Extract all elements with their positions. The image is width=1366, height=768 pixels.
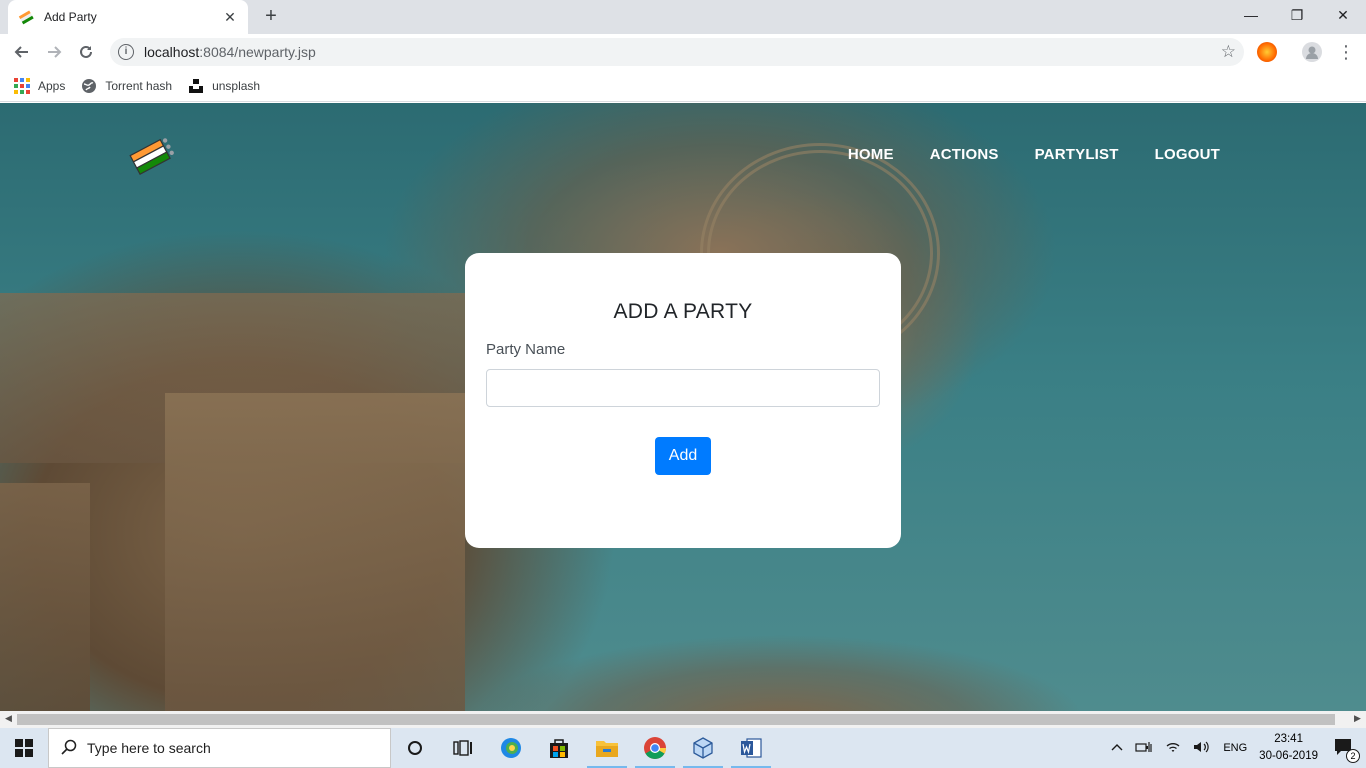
nav-actions[interactable]: ACTIONS bbox=[930, 146, 999, 163]
horizontal-scrollbar[interactable]: ◀ ▶ bbox=[0, 711, 1366, 728]
wifi-icon[interactable] bbox=[1165, 740, 1181, 757]
restore-button[interactable]: ❐ bbox=[1274, 0, 1320, 30]
extension-icon[interactable] bbox=[1257, 42, 1277, 62]
bookmark-star-icon[interactable]: ☆ bbox=[1221, 42, 1236, 62]
browser-toolbar: i localhost :8084/newparty.jsp ☆ ⋮ bbox=[0, 34, 1366, 70]
volume-icon[interactable] bbox=[1193, 740, 1211, 757]
new-tab-button[interactable]: + bbox=[259, 5, 283, 29]
clock-time: 23:41 bbox=[1274, 733, 1303, 745]
stone-pillar-left bbox=[0, 483, 90, 711]
tray-chevron-up-icon[interactable] bbox=[1111, 742, 1123, 755]
window-close-button[interactable]: ✕ bbox=[1320, 0, 1366, 30]
ballot-logo-icon[interactable] bbox=[128, 136, 178, 176]
notification-count: 2 bbox=[1346, 748, 1360, 763]
unsplash-icon bbox=[188, 78, 204, 94]
bookmark-label: unsplash bbox=[212, 78, 261, 93]
browser-tabstrip: Add Party ✕ + — ❐ ✕ bbox=[0, 0, 1366, 34]
party-name-input[interactable] bbox=[486, 369, 880, 407]
address-bar[interactable]: i localhost :8084/newparty.jsp ☆ bbox=[110, 38, 1244, 66]
tab-close-icon[interactable]: ✕ bbox=[222, 9, 238, 26]
notification-icon[interactable]: 2 bbox=[1334, 738, 1360, 763]
back-arrow-icon[interactable] bbox=[10, 40, 34, 64]
reload-icon[interactable] bbox=[74, 40, 98, 64]
add-button[interactable]: Add bbox=[655, 437, 711, 475]
site-info-icon[interactable]: i bbox=[118, 44, 134, 60]
tab-title: Add Party bbox=[44, 10, 97, 24]
browser-tab[interactable]: Add Party ✕ bbox=[8, 0, 248, 34]
nav-logout[interactable]: LOGOUT bbox=[1155, 146, 1220, 163]
search-placeholder: Type here to search bbox=[87, 740, 211, 756]
scroll-right-icon[interactable]: ▶ bbox=[1349, 713, 1366, 724]
nav-partylist[interactable]: PARTYLIST bbox=[1035, 146, 1119, 163]
site-nav: HOME ACTIONS PARTYLIST LOGOUT bbox=[848, 146, 1220, 163]
url-path: :8084/newparty.jsp bbox=[199, 44, 316, 60]
form-title: ADD A PARTY bbox=[613, 300, 753, 323]
globe-icon bbox=[81, 78, 97, 94]
menu-kebab-icon[interactable]: ⋮ bbox=[1334, 40, 1358, 64]
stone-pillar bbox=[165, 393, 465, 711]
scrollbar-thumb[interactable] bbox=[17, 714, 1335, 725]
task-view-icon[interactable] bbox=[439, 728, 487, 768]
edge-dev-icon[interactable] bbox=[487, 728, 535, 768]
file-explorer-icon[interactable] bbox=[583, 728, 631, 768]
bookmark-label: Apps bbox=[38, 78, 66, 93]
party-name-label: Party Name bbox=[486, 341, 566, 358]
minimize-button[interactable]: — bbox=[1228, 0, 1274, 30]
clock[interactable]: 23:41 30-06-2019 bbox=[1259, 731, 1318, 765]
windows-start-icon[interactable] bbox=[0, 728, 48, 768]
store-icon[interactable] bbox=[535, 728, 583, 768]
battery-network-icon[interactable] bbox=[1135, 740, 1153, 757]
url-host: localhost bbox=[144, 44, 200, 60]
taskbar-search[interactable]: Type here to search bbox=[48, 728, 391, 768]
windows-taskbar: Type here to search ENG 23:41 30-06-2019… bbox=[0, 728, 1366, 768]
apps-grid-icon bbox=[14, 77, 30, 94]
bookmark-apps[interactable]: Apps bbox=[14, 77, 66, 94]
forward-arrow-icon[interactable] bbox=[42, 40, 66, 64]
scroll-left-icon[interactable]: ◀ bbox=[0, 713, 17, 724]
bookmark-label: Torrent hash bbox=[105, 78, 173, 93]
clock-date: 30-06-2019 bbox=[1259, 750, 1318, 762]
chrome-icon[interactable] bbox=[631, 728, 679, 768]
bookmarks-bar: Apps Torrent hash unsplash bbox=[0, 70, 1366, 102]
bookmark-unsplash[interactable]: unsplash bbox=[188, 78, 260, 94]
system-tray: ENG 23:41 30-06-2019 2 bbox=[1105, 728, 1366, 768]
cortana-icon[interactable] bbox=[391, 728, 439, 768]
site-favicon-icon bbox=[18, 9, 34, 25]
search-icon bbox=[61, 739, 77, 758]
word-icon[interactable] bbox=[727, 728, 775, 768]
nav-home[interactable]: HOME bbox=[848, 146, 894, 163]
add-party-card: ADD A PARTY Party Name Add bbox=[465, 253, 901, 548]
bookmark-torrent-hash[interactable]: Torrent hash bbox=[81, 78, 172, 94]
virtualbox-icon[interactable] bbox=[679, 728, 727, 768]
profile-avatar-icon[interactable] bbox=[1302, 42, 1322, 62]
language-indicator[interactable]: ENG bbox=[1223, 742, 1247, 754]
